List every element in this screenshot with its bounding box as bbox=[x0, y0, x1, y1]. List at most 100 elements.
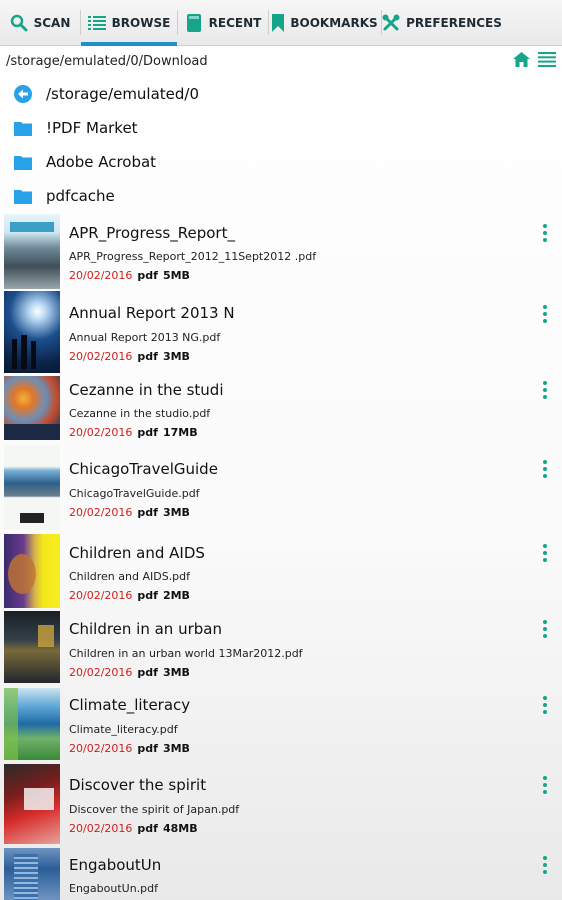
file-meta: 20/02/2016 pdf 48MB bbox=[69, 822, 198, 835]
file-name: ChicagoTravelGuide.pdf bbox=[69, 487, 200, 500]
file-size: 2MB bbox=[162, 589, 190, 602]
overflow-menu-icon[interactable] bbox=[541, 696, 549, 714]
overflow-menu-icon[interactable] bbox=[541, 856, 549, 874]
folder-label: Adobe Acrobat bbox=[46, 153, 157, 171]
file-name: EngaboutUn.pdf bbox=[69, 882, 158, 895]
pdf-thumbnail bbox=[4, 445, 60, 530]
file-row[interactable]: Annual Report 2013 N Annual Report 2013 … bbox=[0, 291, 562, 373]
file-name: Discover the spirit of Japan.pdf bbox=[69, 803, 240, 816]
file-type: pdf bbox=[137, 589, 158, 602]
search-icon bbox=[10, 14, 28, 32]
folder-row[interactable]: !PDF Market bbox=[0, 111, 562, 145]
tab-scan[interactable]: SCAN bbox=[0, 0, 80, 46]
list-icon bbox=[87, 14, 106, 32]
file-type: pdf bbox=[137, 350, 158, 363]
file-row[interactable]: Cezanne in the studi Cezanne in the stud… bbox=[0, 376, 562, 440]
tab-bookmarks[interactable]: BOOKMARKS bbox=[269, 0, 381, 46]
overflow-menu-icon[interactable] bbox=[541, 224, 549, 242]
folder-icon bbox=[0, 120, 46, 136]
file-name: Annual Report 2013 NG.pdf bbox=[69, 331, 221, 344]
overflow-menu-icon[interactable] bbox=[541, 544, 549, 562]
tab-label: PREFERENCES bbox=[406, 16, 502, 30]
tab-label: SCAN bbox=[33, 16, 71, 30]
file-row[interactable]: Discover the spirit Discover the spirit … bbox=[0, 764, 562, 844]
back-arrow-icon bbox=[0, 85, 46, 103]
path-bar: /storage/emulated/0/Download bbox=[0, 47, 562, 75]
file-date: 20/02/2016 bbox=[69, 589, 133, 602]
file-name: APR_Progress_Report_2012_11Sept2012 .pdf bbox=[69, 250, 317, 263]
file-title: APR_Progress_Report_ bbox=[69, 224, 235, 242]
file-title: Discover the spirit bbox=[69, 776, 207, 794]
file-type: pdf bbox=[137, 742, 158, 755]
file-size: 48MB bbox=[162, 822, 198, 835]
file-date: 20/02/2016 bbox=[69, 506, 133, 519]
file-meta: 20/02/2016 pdf 3MB bbox=[69, 742, 190, 755]
pdf-thumbnail bbox=[4, 764, 60, 844]
file-meta: 20/02/2016 pdf 3MB bbox=[69, 666, 190, 679]
overflow-menu-icon[interactable] bbox=[541, 460, 549, 478]
file-name: Climate_literacy.pdf bbox=[69, 723, 178, 736]
file-row[interactable]: EngaboutUn EngaboutUn.pdf bbox=[0, 848, 562, 900]
bookmark-icon bbox=[272, 14, 285, 32]
overflow-menu-icon[interactable] bbox=[541, 776, 549, 794]
file-type: pdf bbox=[137, 269, 158, 282]
pdf-thumbnail bbox=[4, 291, 60, 373]
parent-folder-row[interactable]: /storage/emulated/0 bbox=[0, 77, 562, 111]
file-title: EngaboutUn bbox=[69, 856, 162, 874]
book-icon bbox=[185, 14, 203, 32]
pdf-thumbnail bbox=[4, 534, 60, 608]
file-name: Cezanne in the studio.pdf bbox=[69, 407, 211, 420]
pdf-thumbnail bbox=[4, 376, 60, 440]
overflow-menu-icon[interactable] bbox=[541, 381, 549, 399]
pdf-thumbnail bbox=[4, 611, 60, 683]
overflow-menu-icon[interactable] bbox=[541, 305, 549, 323]
file-title: Cezanne in the studi bbox=[69, 381, 224, 399]
file-date: 20/02/2016 bbox=[69, 269, 133, 282]
file-row[interactable]: APR_Progress_Report_ APR_Progress_Report… bbox=[0, 214, 562, 289]
file-row[interactable]: Climate_literacy Climate_literacy.pdf 20… bbox=[0, 688, 562, 760]
top-tab-bar: SCAN BROWSE RECENT BOOKMARKS PREFERENCES bbox=[0, 0, 562, 46]
file-date: 20/02/2016 bbox=[69, 426, 133, 439]
file-size: 3MB bbox=[162, 666, 190, 679]
menu-icon[interactable] bbox=[538, 51, 556, 71]
file-type: pdf bbox=[137, 666, 158, 679]
file-title: Annual Report 2013 N bbox=[69, 304, 235, 322]
file-title: Children and AIDS bbox=[69, 544, 205, 562]
file-date: 20/02/2016 bbox=[69, 350, 133, 363]
file-date: 20/02/2016 bbox=[69, 822, 133, 835]
file-name: Children and AIDS.pdf bbox=[69, 570, 191, 583]
tab-label: BOOKMARKS bbox=[290, 16, 378, 30]
file-title: Climate_literacy bbox=[69, 696, 191, 714]
tab-preferences[interactable]: PREFERENCES bbox=[382, 0, 502, 46]
file-meta: 20/02/2016 pdf 3MB bbox=[69, 506, 190, 519]
overflow-menu-icon[interactable] bbox=[541, 620, 549, 638]
pdf-thumbnail bbox=[4, 848, 60, 900]
file-meta: 20/02/2016 pdf 3MB bbox=[69, 350, 190, 363]
folder-icon bbox=[0, 188, 46, 204]
folder-label: pdfcache bbox=[46, 187, 115, 205]
file-row[interactable]: ChicagoTravelGuide ChicagoTravelGuide.pd… bbox=[0, 445, 562, 530]
file-size: 17MB bbox=[162, 426, 198, 439]
tab-label: BROWSE bbox=[111, 16, 171, 30]
tab-browse[interactable]: BROWSE bbox=[81, 0, 177, 46]
file-size: 3MB bbox=[162, 506, 190, 519]
file-date: 20/02/2016 bbox=[69, 742, 133, 755]
file-meta: 20/02/2016 pdf 2MB bbox=[69, 589, 190, 602]
file-type: pdf bbox=[137, 506, 158, 519]
folder-row[interactable]: Adobe Acrobat bbox=[0, 145, 562, 179]
tools-icon bbox=[382, 14, 400, 32]
file-date: 20/02/2016 bbox=[69, 666, 133, 679]
file-row[interactable]: Children in an urban Children in an urba… bbox=[0, 611, 562, 683]
folder-row[interactable]: pdfcache bbox=[0, 179, 562, 213]
file-meta: 20/02/2016 pdf 17MB bbox=[69, 426, 198, 439]
folder-label: /storage/emulated/0 bbox=[46, 85, 200, 103]
file-meta: 20/02/2016 pdf 5MB bbox=[69, 269, 190, 282]
file-title: Children in an urban bbox=[69, 620, 222, 638]
tab-label: RECENT bbox=[208, 16, 262, 30]
folder-icon bbox=[0, 154, 46, 170]
file-type: pdf bbox=[137, 426, 158, 439]
tab-recent[interactable]: RECENT bbox=[178, 0, 268, 46]
home-icon[interactable] bbox=[513, 51, 530, 71]
file-name: Children in an urban world 13Mar2012.pdf bbox=[69, 647, 303, 660]
file-row[interactable]: Children and AIDS Children and AIDS.pdf … bbox=[0, 534, 562, 608]
